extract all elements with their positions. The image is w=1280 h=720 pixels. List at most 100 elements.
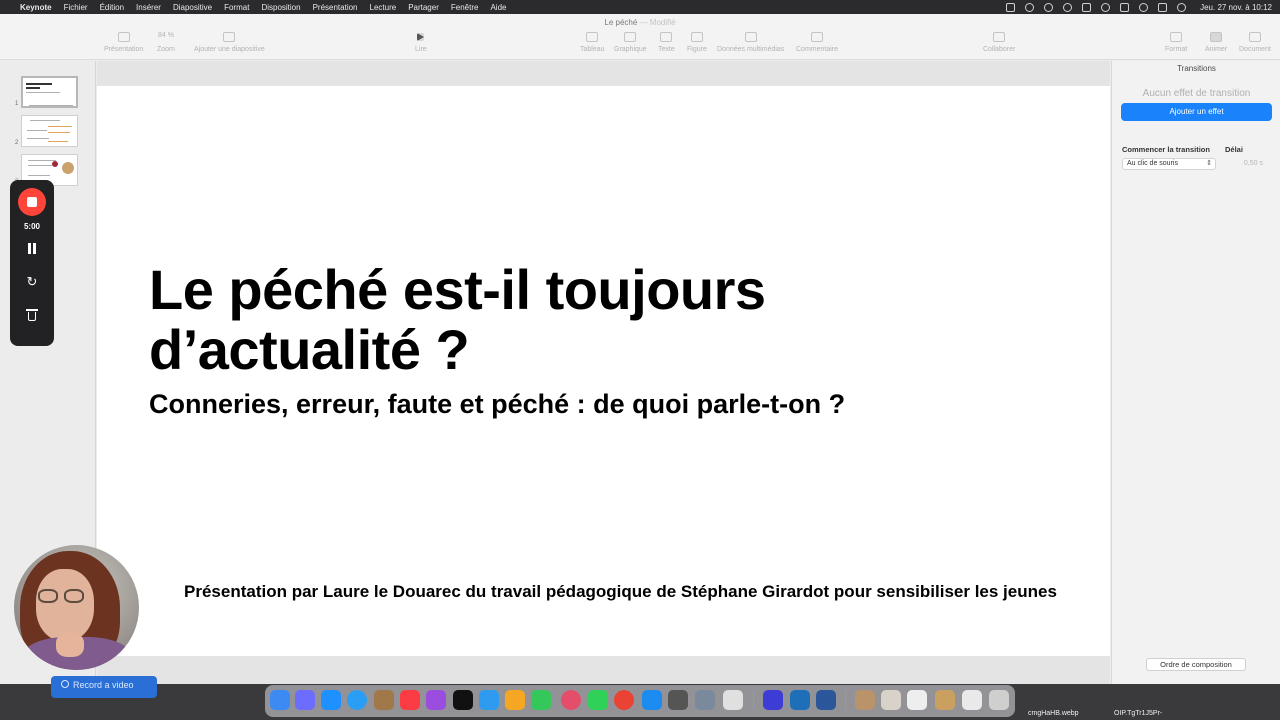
zoom-control[interactable]: 84 % Zoom — [157, 32, 175, 53]
trash-dock-icon[interactable] — [989, 690, 1009, 710]
table-button[interactable]: Tableau — [580, 32, 605, 53]
screen-record-icon[interactable] — [1006, 2, 1016, 12]
comment-icon — [811, 32, 823, 42]
collaborate-label: Collaborer — [983, 46, 1016, 53]
menu-presentation[interactable]: Présentation — [313, 3, 358, 12]
photos-icon[interactable] — [561, 690, 581, 710]
table-icon — [586, 32, 599, 42]
format-button[interactable]: Format — [1165, 32, 1187, 53]
mail-icon[interactable] — [642, 690, 662, 710]
stop-recording-button[interactable] — [18, 188, 46, 216]
downloads-icon[interactable] — [962, 690, 982, 710]
sync-icon[interactable] — [1025, 2, 1035, 12]
add-slide-button[interactable]: Ajouter une diapositive — [194, 32, 265, 53]
launchpad-icon[interactable] — [295, 690, 315, 710]
media-button[interactable]: Données multimédias — [717, 32, 784, 53]
slide-footer-text[interactable]: Présentation par Laure le Douarec du tra… — [184, 582, 1104, 602]
dock-separator — [753, 691, 754, 709]
webcam-bubble[interactable] — [14, 545, 139, 670]
add-effect-button[interactable]: Ajouter un effet — [1121, 103, 1272, 121]
keynote-dock-icon[interactable] — [479, 690, 499, 710]
menu-clock[interactable]: Jeu. 27 nov. à 10:12 — [1200, 3, 1272, 12]
menu-fenetre[interactable]: Fenêtre — [451, 3, 479, 12]
screen-recorder-dock-icon[interactable] — [763, 690, 783, 710]
apple-tv-icon[interactable] — [453, 690, 473, 710]
status-area: Jeu. 27 nov. à 10:12 — [1006, 2, 1272, 12]
collaborate-icon — [993, 32, 1006, 42]
recording-time: 5:00 — [23, 222, 40, 231]
desktop-file-label[interactable]: OIP.TgTr1J5Pr- — [1114, 710, 1162, 717]
time-machine-icon[interactable] — [1044, 2, 1054, 12]
restart-icon[interactable]: ↻ — [25, 275, 39, 289]
menu-aide[interactable]: Aide — [490, 3, 506, 12]
spotlight-search-icon[interactable] — [1139, 2, 1149, 12]
image-capture-icon[interactable] — [668, 690, 688, 710]
safari-icon[interactable] — [347, 690, 367, 710]
app-store-icon[interactable] — [321, 690, 341, 710]
recent-file-icon[interactable] — [935, 690, 955, 710]
pages-icon[interactable] — [505, 690, 525, 710]
shape-button[interactable]: Figure — [687, 32, 707, 53]
menu-app-name[interactable]: Keynote — [20, 3, 52, 12]
bluetooth-icon[interactable] — [1082, 2, 1092, 12]
play-button[interactable]: Lire — [415, 32, 427, 53]
preview-icon[interactable] — [695, 690, 715, 710]
menu-edition[interactable]: Édition — [100, 3, 124, 12]
numbers-icon[interactable] — [531, 690, 551, 710]
media-icon — [744, 32, 757, 42]
headphones-icon[interactable] — [1063, 2, 1073, 12]
menu-diapositive[interactable]: Diapositive — [173, 3, 212, 12]
start-transition-select[interactable]: Au clic de souris ⇕ — [1122, 158, 1216, 170]
document-button[interactable]: Document — [1239, 32, 1271, 53]
slide-title[interactable]: Le péché est-il toujours d’actualité ? — [149, 260, 1049, 380]
presentation-view-button[interactable]: Présentation — [104, 32, 143, 53]
animate-button[interactable]: Animer — [1205, 32, 1227, 53]
menu-format[interactable]: Format — [224, 3, 249, 12]
pause-icon[interactable] — [25, 242, 39, 256]
siri-icon[interactable] — [1177, 2, 1187, 12]
record-video-button[interactable]: Record a video — [51, 676, 157, 698]
slide-thumbnail-2[interactable] — [21, 115, 78, 147]
collaborate-button[interactable]: Collaborer — [983, 32, 1015, 53]
recent-file-icon[interactable] — [881, 690, 901, 710]
thumb-subtitle-line — [26, 92, 60, 93]
thumb-line — [30, 120, 60, 121]
finder-icon[interactable] — [270, 690, 290, 710]
battery-icon[interactable] — [1120, 2, 1130, 12]
menu-partager[interactable]: Partager — [408, 3, 439, 12]
record-video-label: Record a video — [73, 680, 134, 690]
zoom-value: 84 % — [157, 32, 174, 39]
desktop-file-label[interactable]: cmgHaHB.webp — [1028, 710, 1079, 717]
control-center-icon[interactable] — [1158, 2, 1168, 12]
chart-button[interactable]: Graphique — [614, 32, 647, 53]
music-icon[interactable] — [400, 690, 420, 710]
comment-button[interactable]: Commentaire — [796, 32, 838, 53]
podcasts-icon[interactable] — [426, 690, 446, 710]
word-icon[interactable] — [816, 690, 836, 710]
text-button[interactable]: Texte — [658, 32, 675, 53]
menu-disposition[interactable]: Disposition — [261, 3, 300, 12]
start-transition-label: Commencer la transition — [1122, 145, 1210, 154]
tab-transitions[interactable]: Transitions — [1112, 64, 1280, 73]
system-settings-icon[interactable] — [723, 690, 743, 710]
wifi-icon[interactable] — [1101, 2, 1111, 12]
delay-label: Délai — [1225, 145, 1243, 154]
messages-icon[interactable] — [588, 690, 608, 710]
slide-number: 2 — [15, 140, 19, 146]
animate-icon — [1210, 32, 1223, 42]
notes-app-icon[interactable] — [374, 690, 394, 710]
menu-fichier[interactable]: Fichier — [64, 3, 88, 12]
menu-lecture[interactable]: Lecture — [370, 3, 397, 12]
delay-stepper[interactable]: 0,50 s — [1224, 158, 1271, 170]
recent-file-icon[interactable] — [855, 690, 875, 710]
recent-file-icon[interactable] — [907, 690, 927, 710]
slide-subtitle[interactable]: Conneries, erreur, faute et péché : de q… — [149, 389, 1049, 420]
chrome-icon[interactable] — [614, 690, 634, 710]
slide-thumbnail-1[interactable] — [21, 76, 78, 108]
slide[interactable]: Le péché est-il toujours d’actualité ? C… — [97, 86, 1110, 656]
text-icon — [660, 32, 673, 42]
settings-gear-icon[interactable] — [790, 690, 810, 710]
build-order-button[interactable]: Ordre de composition — [1146, 658, 1246, 671]
menu-inserer[interactable]: Insérer — [136, 3, 161, 12]
trash-icon[interactable] — [26, 308, 38, 322]
